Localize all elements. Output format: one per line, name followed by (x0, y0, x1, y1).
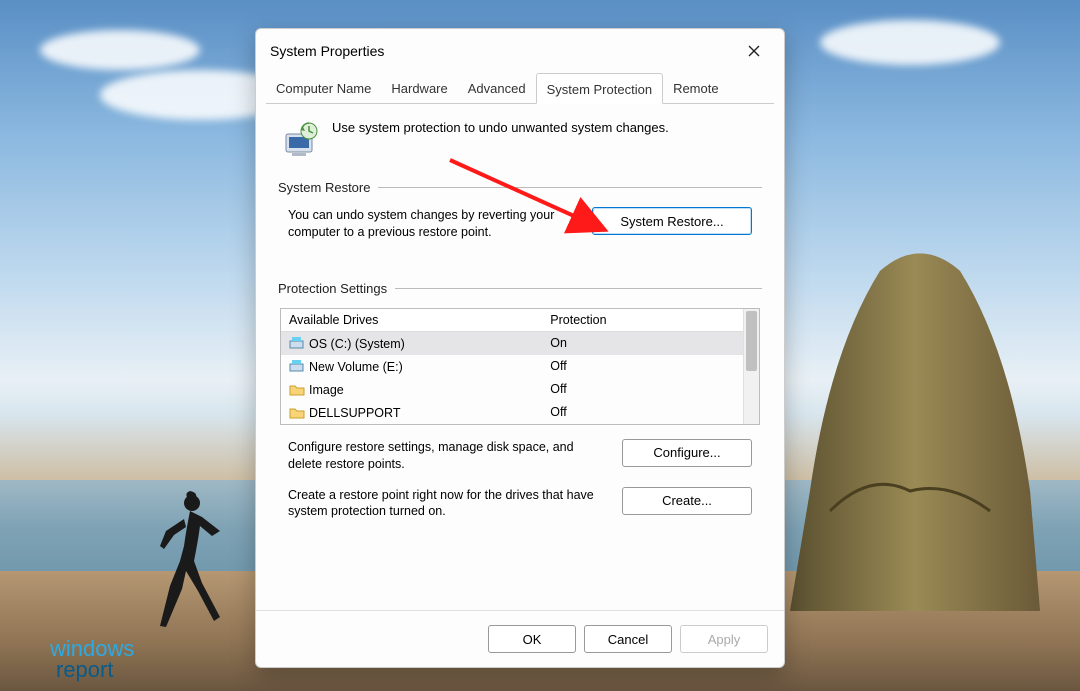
rock-formation (770, 231, 1050, 611)
drive-row[interactable]: New Volume (E:) Off (281, 355, 759, 378)
close-button[interactable] (738, 37, 770, 65)
tab-strip: Computer Name Hardware Advanced System P… (256, 73, 784, 104)
system-restore-button[interactable]: System Restore... (592, 207, 752, 235)
tab-remote[interactable]: Remote (663, 73, 729, 104)
configure-button[interactable]: Configure... (622, 439, 752, 467)
scrollbar-thumb[interactable] (746, 311, 757, 371)
intro-section: Use system protection to undo unwanted s… (278, 114, 762, 174)
cancel-button[interactable]: Cancel (584, 625, 672, 653)
divider (395, 288, 762, 289)
configure-description: Configure restore settings, manage disk … (288, 439, 604, 473)
tab-hardware[interactable]: Hardware (381, 73, 457, 104)
titlebar: System Properties (256, 29, 784, 69)
protection-settings-group: Protection Settings Available Drives Pro… (278, 281, 762, 521)
drive-status: Off (542, 355, 759, 377)
apply-button: Apply (680, 625, 768, 653)
drive-name: New Volume (E:) (309, 360, 403, 374)
runner-silhouette (150, 491, 230, 631)
tab-system-protection[interactable]: System Protection (536, 73, 664, 104)
create-description: Create a restore point right now for the… (288, 487, 604, 521)
drive-row[interactable]: Image Off (281, 378, 759, 401)
drive-status: Off (542, 401, 759, 423)
drives-header: Available Drives Protection (281, 309, 759, 332)
system-properties-dialog: System Properties Computer Name Hardware… (255, 28, 785, 668)
watermark: windows report (50, 639, 134, 681)
disk-icon (289, 336, 305, 350)
dialog-footer: OK Cancel Apply (256, 610, 784, 667)
group-label-restore: System Restore (278, 180, 370, 195)
scrollbar[interactable] (743, 309, 759, 424)
drive-row[interactable]: OS (C:) (System) On (281, 332, 759, 355)
divider (378, 187, 762, 188)
intro-text: Use system protection to undo unwanted s… (332, 120, 669, 135)
create-button[interactable]: Create... (622, 487, 752, 515)
drive-row[interactable]: DELLSUPPORT Off (281, 401, 759, 424)
column-protection[interactable]: Protection (542, 309, 759, 331)
system-protection-icon (282, 120, 320, 158)
folder-icon (289, 382, 305, 396)
ok-button[interactable]: OK (488, 625, 576, 653)
drive-status: Off (542, 378, 759, 400)
group-label-protection: Protection Settings (278, 281, 387, 296)
tab-computer-name[interactable]: Computer Name (266, 73, 381, 104)
folder-icon (289, 405, 305, 419)
watermark-line2: report (56, 660, 134, 681)
tab-advanced[interactable]: Advanced (458, 73, 536, 104)
drive-status: On (542, 332, 759, 354)
disk-icon (289, 359, 305, 373)
drive-name: DELLSUPPORT (309, 406, 400, 420)
close-icon (748, 45, 760, 57)
window-title: System Properties (270, 43, 384, 59)
drive-name: Image (309, 383, 344, 397)
drives-listbox[interactable]: Available Drives Protection OS (C:) (Sys… (280, 308, 760, 425)
restore-description: You can undo system changes by reverting… (288, 207, 574, 241)
column-drives[interactable]: Available Drives (281, 309, 542, 331)
system-restore-group: System Restore You can undo system chang… (278, 180, 762, 251)
drive-name: OS (C:) (System) (309, 337, 405, 351)
tab-content: Use system protection to undo unwanted s… (256, 104, 784, 600)
